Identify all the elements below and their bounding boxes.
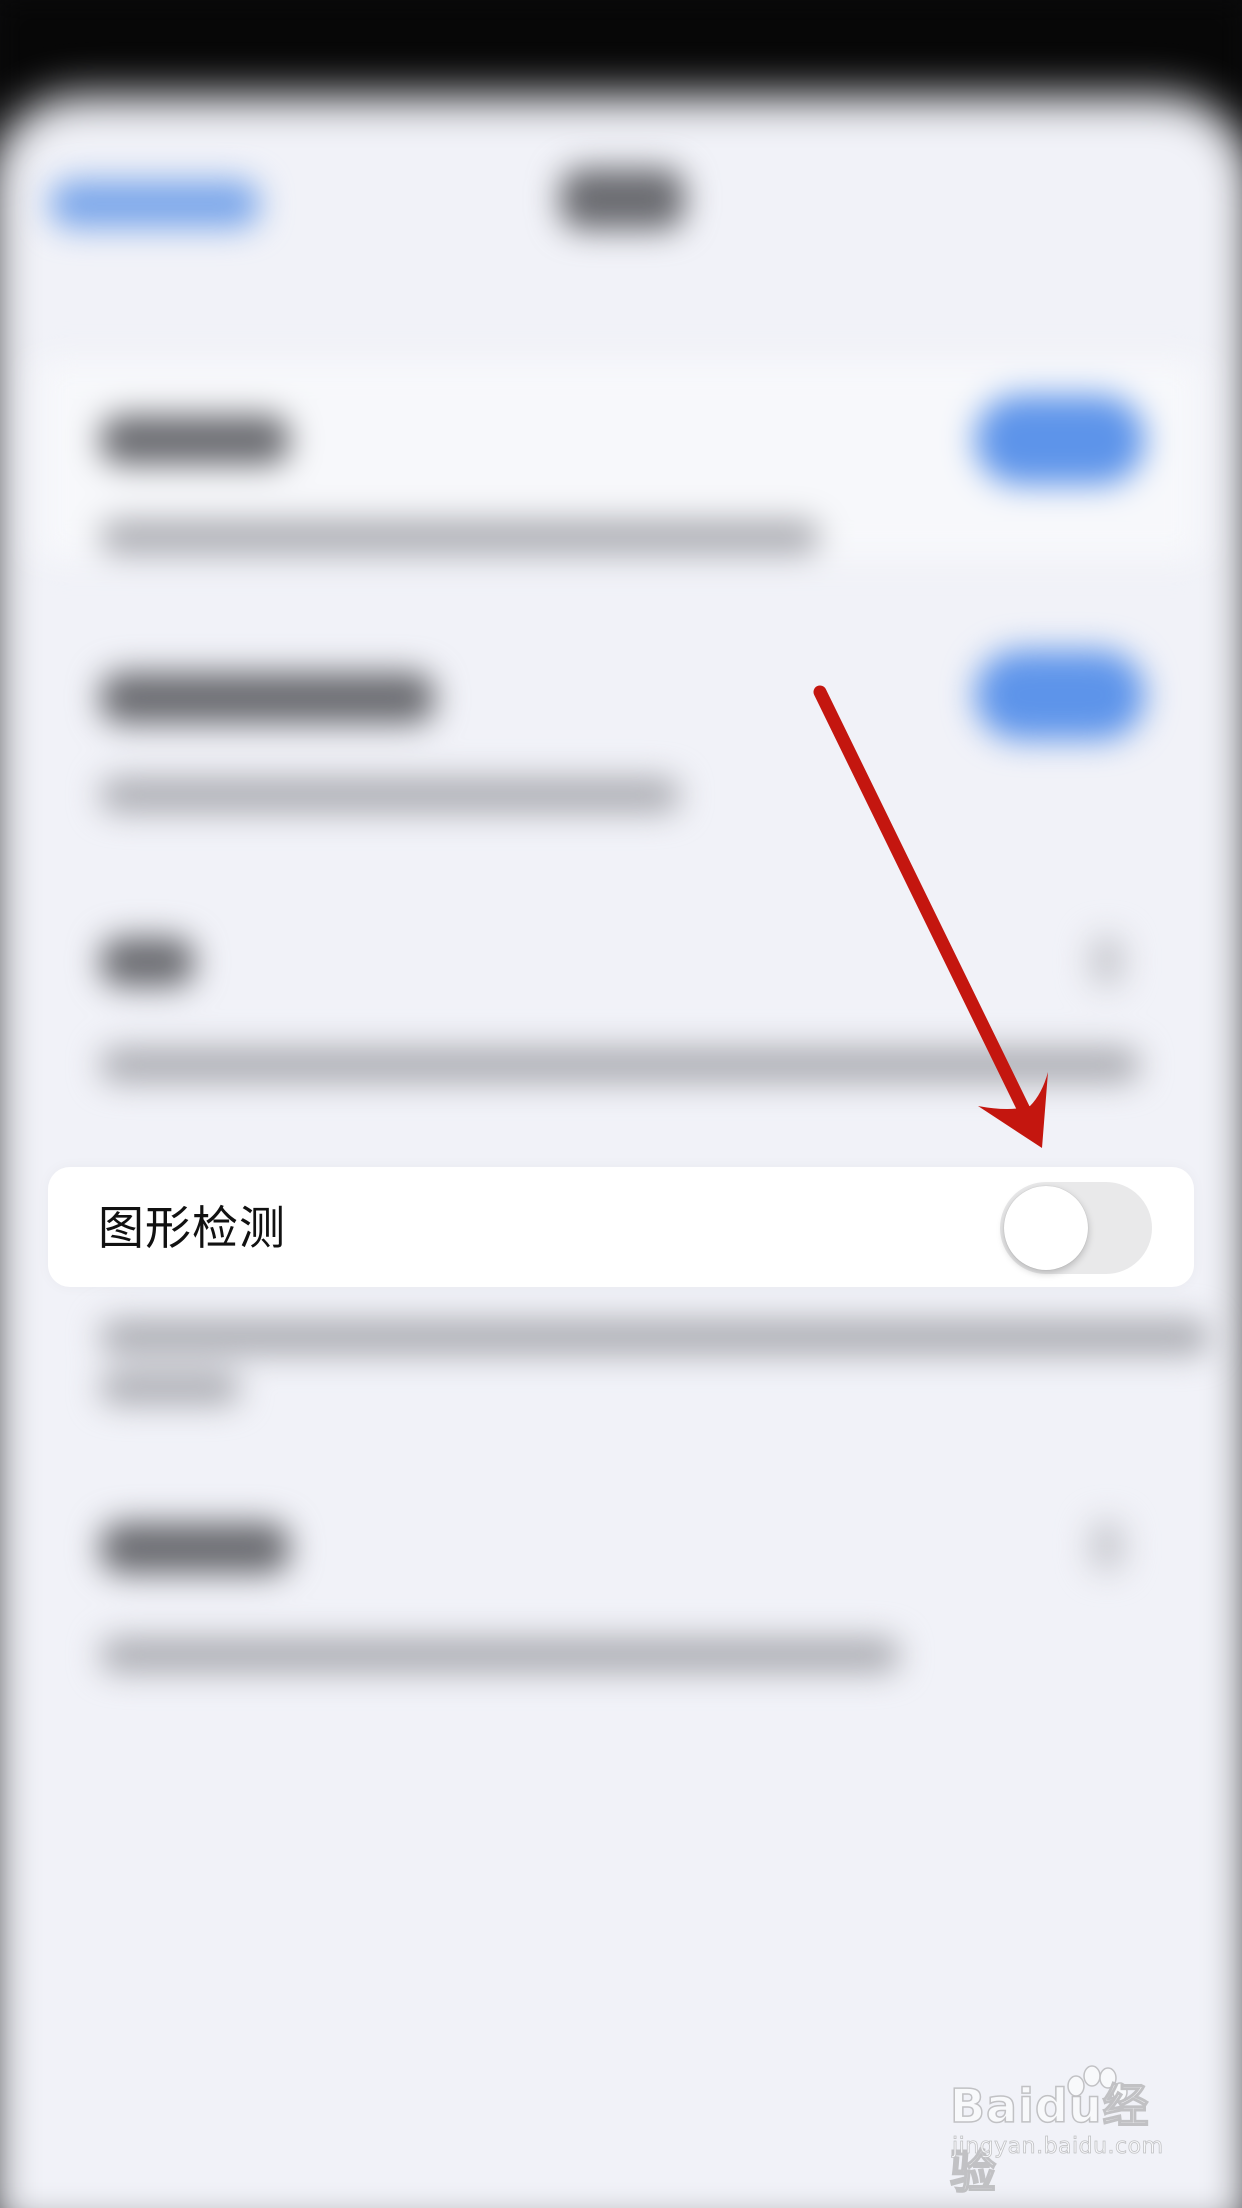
blurred-row-description [100, 1048, 1140, 1082]
blurred-row-title [100, 937, 195, 987]
blurred-toggle-on [975, 395, 1145, 485]
blurred-row-description [100, 1320, 1210, 1354]
baidu-watermark: Baidu经验 jingyan.baidu.com [949, 2065, 1190, 2200]
blurred-back-link [50, 180, 260, 228]
blurred-toggle-on [975, 650, 1145, 740]
toggle-knob [1004, 1186, 1088, 1270]
graphics-detection-toggle[interactable] [1000, 1182, 1152, 1274]
screen: 图形检测 Baidu经验 jingyan.baidu.com [0, 0, 1242, 2208]
blurred-chevron [1090, 1520, 1124, 1572]
blurred-row-title [100, 415, 290, 465]
blurred-chevron [1090, 935, 1124, 987]
watermark-url: jingyan.baidu.com [952, 2134, 1164, 2160]
setting-row-graphics-detection: 图形检测 [48, 1167, 1194, 1287]
blurred-row-description [100, 778, 680, 812]
setting-label: 图形检测 [98, 1201, 286, 1255]
blurred-row-description [100, 1372, 240, 1404]
blurred-nav-title [560, 168, 685, 230]
blurred-row-title [100, 1522, 290, 1574]
blurred-row-description [100, 1638, 900, 1672]
blurred-row-title [100, 672, 435, 724]
blurred-row-description [100, 520, 820, 554]
blurred-content [0, 0, 1242, 2208]
